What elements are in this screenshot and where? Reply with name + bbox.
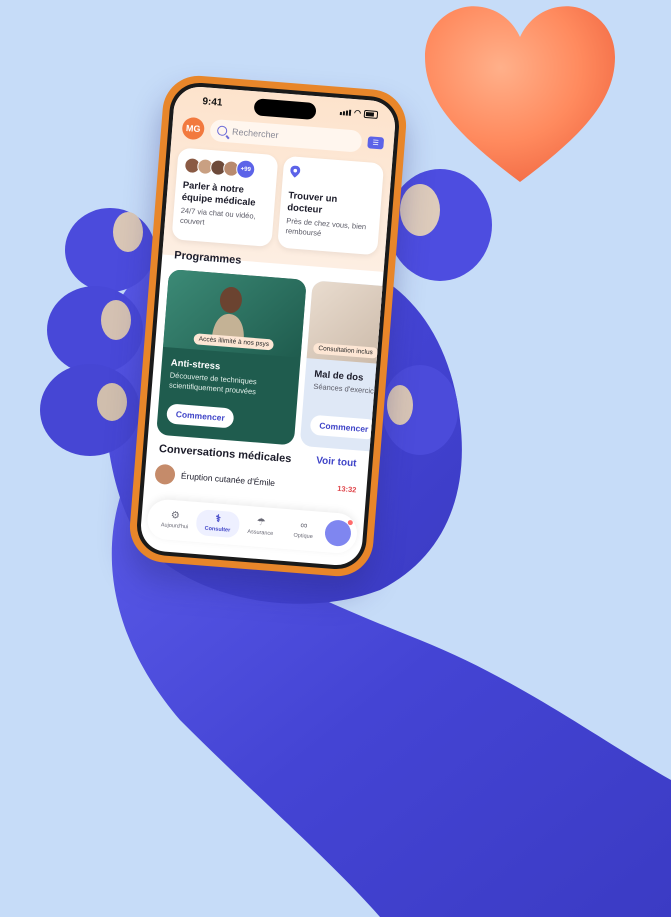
tab-optics[interactable]: ∞ Optique (281, 520, 325, 541)
conversation-name: Éruption cutanée d'Émile (180, 470, 276, 489)
card-medical-team[interactable]: +99 Parler à notre équipe médicale 24/7 … (171, 147, 279, 248)
tab-label: Assurance (247, 529, 274, 538)
card-find-doctor[interactable]: Trouver un docteur Près de chez vous, bi… (277, 155, 385, 256)
quick-actions: +99 Parler à notre équipe médicale 24/7 … (171, 147, 385, 256)
programme-description: Découverte de techniques scientifiquemen… (168, 370, 258, 397)
location-pin-icon (290, 165, 301, 178)
tab-label: Aujourd'hui (160, 522, 189, 531)
stethoscope-icon: ⚕ (215, 513, 222, 525)
tab-consult[interactable]: ⚕ Consulter (195, 509, 241, 539)
system-icons: ◠ (339, 107, 379, 119)
conversation-time: 13:32 (336, 483, 357, 494)
wifi-icon: ◠ (353, 108, 362, 118)
search-icon (216, 125, 228, 137)
menu-icon[interactable]: ☰ (367, 136, 385, 150)
user-avatar[interactable]: MG (181, 116, 206, 141)
dynamic-island (253, 98, 317, 121)
tab-bar: ⚙ Aujourd'hui ⚕ Consulter ☂ Assurance ∞ … (145, 498, 359, 555)
tab-insurance[interactable]: ☂ Assurance (239, 516, 283, 537)
see-all-link[interactable]: Voir tout (316, 455, 357, 469)
programme-card-back-pain[interactable]: Consultation inclus Mal de dos Séances d… (299, 280, 397, 453)
umbrella-icon: ☂ (256, 516, 266, 529)
tab-label: Optique (293, 532, 313, 541)
tab-label: Consulter (204, 525, 231, 534)
phone-bezel: 9:41 ◠ MG Rechercher ☰ +99 Parler à notr… (134, 80, 402, 572)
programmes-carousel[interactable]: Accès illimité à nos psys Anti-stress Dé… (156, 269, 397, 458)
signal-icon (339, 109, 352, 116)
battery-icon (363, 109, 379, 119)
count-badge: +99 (235, 159, 256, 180)
tab-today[interactable]: ⚙ Aujourd'hui (153, 510, 197, 531)
conversations-heading: Conversations médicales (158, 442, 292, 466)
glasses-icon: ∞ (299, 520, 308, 532)
list-item[interactable]: Éruption cutanée d'Émile 13:32 (154, 462, 357, 502)
search-placeholder: Rechercher (231, 126, 279, 141)
card-subtitle: 24/7 via chat ou vidéo, couvert (179, 205, 256, 227)
programme-card-anti-stress[interactable]: Accès illimité à nos psys Anti-stress Dé… (156, 269, 307, 446)
status-time: 9:41 (201, 96, 223, 109)
start-button[interactable]: Commencer (309, 414, 379, 440)
start-button[interactable]: Commencer (166, 403, 235, 429)
avatar (154, 463, 176, 486)
gear-icon: ⚙ (170, 509, 181, 522)
card-subtitle: Près de chez vous, bien remboursé (285, 216, 367, 238)
therapist-photo (211, 287, 244, 342)
team-faces-icon: +99 (183, 155, 271, 181)
phone-device: 9:41 ◠ MG Rechercher ☰ +99 Parler à notr… (127, 73, 409, 579)
app-screen: 9:41 ◠ MG Rechercher ☰ +99 Parler à notr… (139, 85, 397, 567)
bear-assistant-icon[interactable] (323, 519, 352, 548)
programme-description: Séances d'exercic... jours, suivi avec u… (313, 381, 397, 402)
